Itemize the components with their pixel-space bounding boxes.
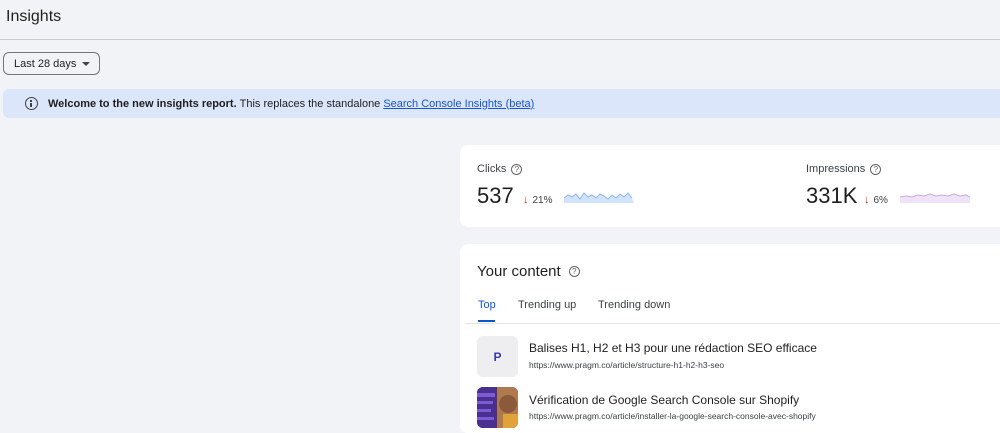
clicks-delta-value: 21% [532,194,553,206]
content-item-title[interactable]: Balises H1, H2 et H3 pour une rédaction … [529,341,817,355]
impressions-value: 331K [806,183,858,208]
impressions-delta-value: 6% [873,194,888,206]
arrow-down-icon: ↓ [864,194,870,206]
content-thumbnail-image [477,387,518,428]
banner-bold-text: Welcome to the new insights report. [48,97,237,110]
active-tab-indicator [478,320,495,322]
clicks-sparkline [564,192,634,203]
content-item-url: https://www.pragm.co/article/structure-h… [529,360,725,370]
your-content-card: Your content ? Top Trending up Trending … [460,244,1000,433]
info-banner: Welcome to the new insights report. This… [3,89,1000,118]
impressions-delta: ↓ 6% [864,194,888,206]
clicks-delta: ↓ 21% [523,194,553,206]
help-icon[interactable]: ? [870,163,882,175]
impressions-sparkline [900,193,970,203]
content-item-url: https://www.pragm.co/article/installer-l… [529,411,816,421]
content-item-title[interactable]: Vérification de Google Search Console su… [529,393,799,407]
arrow-down-icon: ↓ [523,194,529,206]
shopify-article-image [477,387,518,428]
content-thumbnail: P [477,336,518,377]
metrics-card: Clicks ? 537 ↓ 21% Impressions ? 331K ↓ … [460,145,1000,227]
date-range-dropdown[interactable]: Last 28 days [3,52,100,75]
caret-down-icon [82,62,90,66]
clicks-label: Clicks [477,163,507,175]
tabs-divider [465,323,1000,324]
banner-text: This replaces the standalone [239,97,381,110]
tab-top[interactable]: Top [478,299,496,311]
info-icon [25,97,38,110]
search-console-insights-link[interactable]: Search Console Insights (beta) [383,98,534,110]
help-icon[interactable]: ? [568,266,580,277]
impressions-metric-label: Impressions ? [806,163,882,175]
date-range-label: Last 28 days [14,57,77,70]
page-header: Insights [0,0,1000,40]
tab-trending-down[interactable]: Trending down [598,299,670,311]
tab-trending-up[interactable]: Trending up [518,299,576,311]
clicks-value: 537 [477,183,514,208]
impressions-label: Impressions [806,163,866,175]
page-title: Insights [6,8,62,25]
help-icon[interactable]: ? [511,163,523,175]
clicks-metric-label: Clicks ? [477,163,523,175]
content-title-text: Your content [477,263,561,280]
content-title: Your content ? [477,263,580,280]
